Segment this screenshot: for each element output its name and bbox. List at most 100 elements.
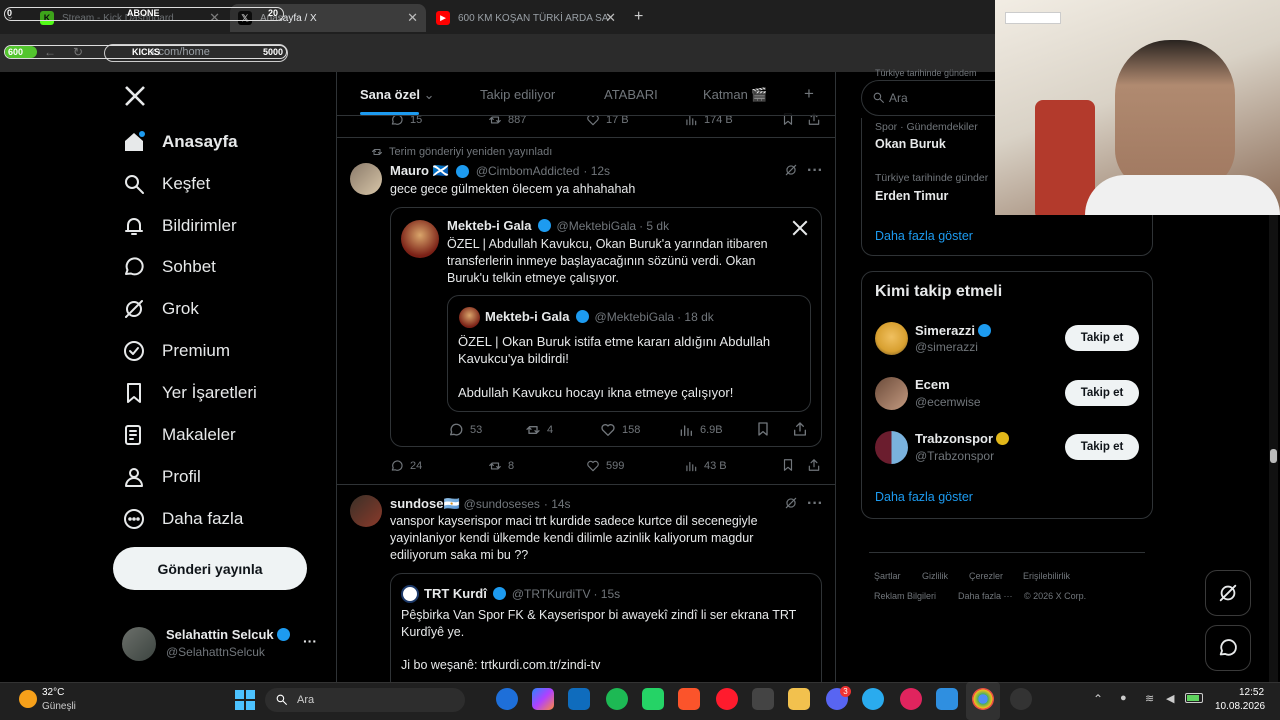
new-tab-button[interactable]: + — [634, 8, 643, 26]
grok-icon[interactable] — [784, 496, 798, 510]
close-icon[interactable]: ✕ — [407, 10, 418, 26]
share-icon[interactable] — [807, 458, 821, 472]
show-more-trends-link[interactable]: Daha fazla göster — [875, 229, 973, 243]
avatar[interactable] — [875, 322, 908, 355]
scrollbar-thumb[interactable] — [1270, 449, 1277, 463]
views-button[interactable]: 43 B — [684, 459, 727, 473]
copilot-icon[interactable] — [532, 688, 554, 710]
author-handle[interactable]: @CimbomAddicted — [476, 164, 580, 178]
brave-icon[interactable] — [678, 688, 700, 710]
divider — [869, 552, 1145, 553]
bookmark-icon[interactable] — [755, 421, 771, 437]
tab-for-you[interactable]: Sana özel ⌄ — [360, 87, 435, 103]
post-time[interactable]: · 12s — [583, 164, 610, 178]
reply-button[interactable]: 53 — [448, 422, 482, 438]
suggest-name[interactable]: Trabzonspor — [915, 431, 1012, 446]
whatsapp-icon[interactable] — [642, 688, 664, 710]
clock-time[interactable]: 12:52 — [1239, 687, 1264, 698]
nav-explore[interactable]: Keşfet — [122, 168, 210, 200]
messages-float-button[interactable] — [1205, 625, 1251, 671]
share-icon[interactable] — [792, 421, 808, 437]
add-tab-icon[interactable]: + — [804, 84, 814, 104]
avatar[interactable] — [350, 163, 382, 195]
spotify-icon[interactable] — [606, 688, 628, 710]
close-icon[interactable]: ✕ — [605, 10, 616, 26]
follow-button[interactable]: Takip et — [1065, 325, 1139, 351]
app-icon[interactable] — [752, 688, 774, 710]
like-button[interactable]: 158 — [600, 422, 640, 438]
bookmark-icon[interactable] — [781, 458, 795, 472]
tab-following[interactable]: Takip ediliyor — [480, 87, 555, 102]
reply-button[interactable]: 24 — [390, 459, 422, 473]
show-more-follow-link[interactable]: Daha fazla göster — [875, 490, 973, 504]
footer-terms[interactable]: Şartlar — [874, 571, 901, 581]
x-logo-icon[interactable] — [123, 84, 147, 108]
avatar[interactable] — [350, 495, 382, 527]
chevron-up-icon[interactable]: ⌃ — [1093, 692, 1103, 706]
store-icon[interactable] — [568, 688, 590, 710]
repost-button[interactable]: 8 — [488, 459, 514, 473]
air-conditioner-image — [1005, 12, 1061, 24]
telegram-icon[interactable] — [862, 688, 884, 710]
avatar[interactable] — [875, 431, 908, 464]
footer-privacy[interactable]: Gizlilik — [922, 571, 948, 581]
weather-temp[interactable]: 32°C — [42, 687, 64, 698]
obs-icon[interactable] — [1010, 688, 1032, 710]
post-time[interactable]: · 14s — [544, 497, 571, 511]
nav-chat[interactable]: Sohbet — [122, 251, 216, 283]
grok-icon[interactable] — [784, 163, 798, 177]
opera-icon[interactable] — [716, 688, 738, 710]
app-icon[interactable] — [900, 688, 922, 710]
tab-katman[interactable]: Katman 🎬 — [703, 87, 768, 103]
wifi-icon[interactable]: ≋ — [1145, 692, 1154, 705]
footer-ads-info[interactable]: Reklam Bilgileri — [874, 591, 936, 601]
suggest-name[interactable]: Ecem — [915, 377, 950, 392]
edge-icon[interactable] — [496, 688, 518, 710]
follow-button[interactable]: Takip et — [1065, 380, 1139, 406]
nav-home[interactable]: Anasayfa — [122, 126, 238, 158]
views-button[interactable]: 6.9B — [678, 422, 723, 438]
avatar — [401, 220, 439, 258]
post-menu-icon[interactable]: ··· — [807, 162, 823, 180]
tab-youtube[interactable]: ▶ 600 KM KOŞAN TÜRKİ ARDA SA ✕ — [428, 4, 624, 32]
follow-button[interactable]: Takip et — [1065, 434, 1139, 460]
nav-notifications[interactable]: Bildirimler — [122, 210, 237, 242]
author-name[interactable]: sundose🇦🇷 — [390, 496, 460, 512]
battery-icon[interactable] — [1185, 693, 1203, 703]
account-name[interactable]: Selahattin Selcuk — [166, 627, 293, 642]
nav-premium[interactable]: Premium — [122, 335, 230, 367]
clock-date[interactable]: 10.08.2026 — [1215, 701, 1265, 712]
like-button[interactable]: 599 — [586, 459, 624, 473]
author-name[interactable]: Mauro 🏴󠁧󠁢󠁳󠁣󠁴󠁿 — [390, 163, 449, 179]
nav-more[interactable]: Daha fazla — [122, 503, 243, 535]
account-menu-icon[interactable]: ··· — [303, 633, 317, 649]
search-icon — [872, 91, 885, 104]
post-menu-icon[interactable]: ··· — [807, 495, 823, 513]
tab-atabari[interactable]: ATABARI — [604, 87, 658, 102]
nav-articles[interactable]: Makaleler — [122, 419, 236, 451]
trend-title[interactable]: Erden Timur — [875, 189, 948, 203]
weather-sun-icon[interactable] — [19, 690, 37, 708]
avatar[interactable] — [122, 627, 156, 661]
bookmark-icon — [122, 381, 146, 405]
nav-profile[interactable]: Profil — [122, 461, 201, 493]
footer-more[interactable]: Daha fazla ··· — [958, 591, 1013, 601]
footer-accessibility[interactable]: Erişilebilirlik — [1023, 571, 1070, 581]
mic-icon[interactable]: ● — [1120, 692, 1127, 704]
taskbar-search-input[interactable] — [265, 688, 465, 712]
trend-title[interactable]: Okan Buruk — [875, 137, 946, 151]
windows-start-icon[interactable] — [235, 690, 255, 710]
footer-cookies[interactable]: Çerezler — [969, 571, 1003, 581]
repost-button[interactable]: 4 — [525, 422, 553, 438]
file-explorer-icon[interactable] — [788, 688, 810, 710]
nav-bookmarks[interactable]: Yer İşaretleri — [122, 377, 257, 409]
avatar[interactable] — [875, 377, 908, 410]
post-text: gece gece gülmekten ölecem ya ahhahahah — [390, 182, 636, 196]
nav-grok[interactable]: Grok — [122, 293, 199, 325]
app-icon[interactable] — [936, 688, 958, 710]
author-handle[interactable]: @sundoseses — [464, 497, 540, 511]
post-button[interactable]: Gönderi yayınla — [113, 547, 307, 590]
grok-float-button[interactable] — [1205, 570, 1251, 616]
suggest-name[interactable]: Simerazzi — [915, 323, 994, 338]
volume-icon[interactable]: ◀ — [1166, 692, 1174, 705]
